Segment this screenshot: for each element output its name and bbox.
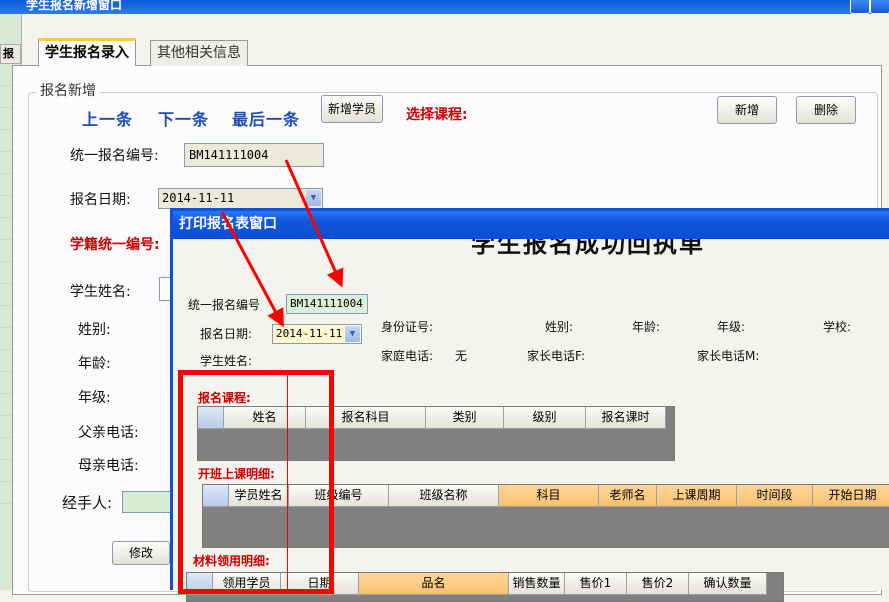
- arrow-reg-no: [284, 159, 344, 288]
- arrow-reg-date: [220, 211, 284, 328]
- tab-student-registration[interactable]: 学生报名录入: [38, 38, 136, 66]
- annotation-arrows: [220, 159, 344, 328]
